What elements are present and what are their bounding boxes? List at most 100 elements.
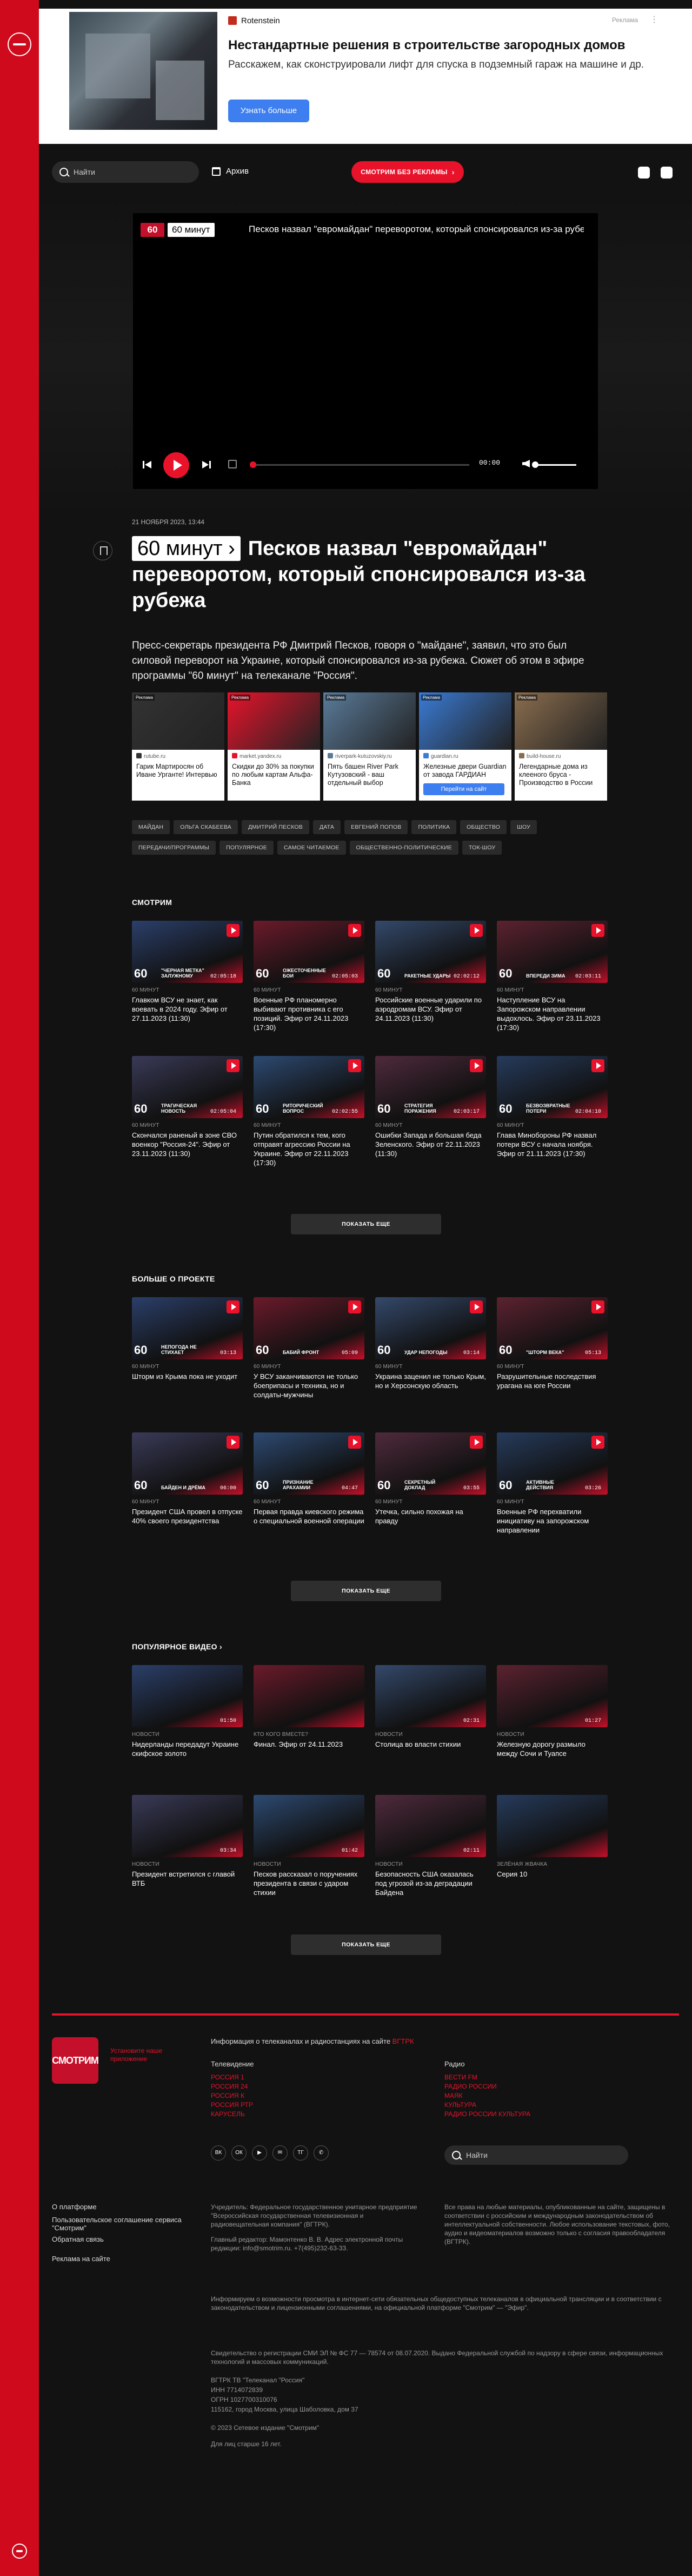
footer-link[interactable]: КУЛЬТУРА <box>444 2101 530 2110</box>
ad-card-text[interactable]: Гарик Мартиросян об Иване Урганте! Интер… <box>136 763 222 779</box>
tag-chip[interactable]: ОБЩЕСТВЕННО-ПОЛИТИЧЕСКИЕ <box>349 841 458 855</box>
video-label[interactable]: НОВОСТИ <box>132 1861 243 1867</box>
footer-nav-link[interactable]: Обратная связь <box>52 2235 187 2243</box>
ad-card[interactable]: Реклама riverpark-kutuzovskiy.ru Пять баше… <box>323 692 416 801</box>
ad-card-cta[interactable]: Перейти на сайт <box>423 783 504 795</box>
footer-link[interactable]: КАРУСЕЛЬ <box>211 2110 253 2119</box>
video-title[interactable]: Военные РФ планомерно выбивают противник… <box>254 995 364 1032</box>
video-thumbnail[interactable]: 60 ПРИЗНАНИЕ АРАХАМИИ 04:47 <box>254 1432 364 1495</box>
video-thumbnail[interactable]: 60 УДАР НЕПОГОДЫ 03:14 <box>375 1297 486 1359</box>
video-thumbnail[interactable]: 03:34 <box>132 1795 243 1857</box>
video-thumbnail[interactable]: 02:11 <box>375 1795 486 1857</box>
footer-link[interactable]: РОССИЯ К <box>211 2091 253 2101</box>
video-card[interactable]: 03:34 НОВОСТИ Президент встретился с главо… <box>132 1795 243 1888</box>
video-card[interactable]: 60 "ШТОРМ ВЕКА" 05:13 60 МИНУТ Разрушительны… <box>497 1297 608 1390</box>
video-label[interactable]: 60 МИНУТ <box>497 987 608 993</box>
video-card[interactable]: 01:27 НОВОСТИ Железную дорогу размыло межд… <box>497 1665 608 1758</box>
ad-image[interactable] <box>69 12 217 130</box>
tag-chip[interactable]: ПЕРЕДАЧИ/ПРОГРАММЫ <box>132 841 216 855</box>
video-title[interactable]: Путин обратился к тем, кого отправят агр… <box>254 1131 364 1167</box>
video-card[interactable]: 60 "ЧЕРНАЯ МЕТКА" ЗАЛУЖНОМУ 02:05:18 60 МИН… <box>132 921 243 1023</box>
show-more-project-button[interactable]: ПОКАЗАТЬ ЕЩЕ <box>291 1581 441 1601</box>
video-title[interactable]: Первая правда киевского режима о специал… <box>254 1507 364 1525</box>
video-thumbnail[interactable]: 60 ТРАГИЧЕСКАЯ НОВОСТЬ 02:05:04 <box>132 1056 243 1118</box>
video-title[interactable]: Украина заценил не только Крым, но и Хер… <box>375 1372 486 1390</box>
tag-chip[interactable]: ДАТА <box>312 820 341 834</box>
video-title[interactable]: Главком ВСУ не знает, как воевать в 2024… <box>132 995 243 1023</box>
video-card[interactable]: ЗЕЛЁНАЯ ЖВАЧКА Серия 10 <box>497 1795 608 1879</box>
video-label[interactable]: 60 МИНУТ <box>497 1122 608 1128</box>
video-title[interactable]: Финал. Эфир от 24.11.2023 <box>254 1740 364 1749</box>
video-thumbnail[interactable]: 60 АКТИВНЫЕ ДЕЙСТВИЯ 03:26 <box>497 1432 608 1495</box>
video-thumbnail[interactable]: 60 БЕЗВОЗВРАТНЫЕ ПОТЕРИ 02:04:10 <box>497 1056 608 1118</box>
show-more-popular-button[interactable]: ПОКАЗАТЬ ЕЩЕ <box>291 1934 441 1955</box>
video-label[interactable]: 60 МИНУТ <box>254 1364 364 1370</box>
video-card[interactable]: 01:50 НОВОСТИ Нидерланды передадут Украине… <box>132 1665 243 1758</box>
program-badge[interactable]: 60 минут <box>168 223 215 237</box>
video-card[interactable]: 60 БАЙДЕН И ДРЁМА 06:00 60 МИНУТ Президент С… <box>132 1432 243 1525</box>
video-card[interactable]: 60 НЕПОГОДА НЕ СТИХАЕТ 03:13 60 МИНУТ Шторм … <box>132 1297 243 1381</box>
video-label[interactable]: 60 МИНУТ <box>375 1499 486 1505</box>
volume-icon[interactable] <box>522 460 530 467</box>
social-icon[interactable]: ✆ <box>314 2145 329 2161</box>
video-thumbnail[interactable]: 60 "ШТОРМ ВЕКА" 05:13 <box>497 1297 608 1359</box>
archive-link[interactable]: Архив <box>212 167 249 176</box>
footer-link[interactable]: РОССИЯ РТР <box>211 2101 253 2110</box>
video-label[interactable]: НОВОСТИ <box>375 1861 486 1867</box>
video-label[interactable]: НОВОСТИ <box>254 1861 364 1867</box>
video-label[interactable]: 60 МИНУТ <box>132 1364 243 1370</box>
ad-card-image[interactable]: Реклама <box>228 692 320 750</box>
video-player[interactable]: 60 60 минут Песков назвал "евромайдан" п… <box>133 213 598 489</box>
video-label[interactable]: ЗЕЛЁНАЯ ЖВАЧКА <box>497 1861 608 1867</box>
video-thumbnail[interactable]: 60 "ЧЕРНАЯ МЕТКА" ЗАЛУЖНОМУ 02:05:18 <box>132 921 243 983</box>
tag-chip[interactable]: ПОЛИТИКА <box>411 820 457 834</box>
video-title[interactable]: Песков рассказал о поручениях президента… <box>254 1870 364 1897</box>
footer-app-logo[interactable]: СМОТРИМ <box>52 2037 99 2084</box>
video-title[interactable]: Президент США провел в отпуске 40% своег… <box>132 1507 243 1525</box>
social-icon[interactable]: ✉ <box>272 2145 288 2161</box>
video-thumbnail[interactable]: 01:50 <box>132 1665 243 1727</box>
video-label[interactable]: 60 МИНУТ <box>254 987 364 993</box>
ad-card-image[interactable]: Реклама <box>323 692 416 750</box>
video-card[interactable]: 60 ПРИЗНАНИЕ АРАХАМИИ 04:47 60 МИНУТ Первая … <box>254 1432 364 1525</box>
video-thumbnail[interactable]: 60 СТРАТЕГИЯ ПОРАЖЕНИЯ 02:03:17 <box>375 1056 486 1118</box>
footer-nav-link[interactable]: О платформе <box>52 2203 187 2211</box>
video-thumbnail[interactable]: 02:31 <box>375 1665 486 1727</box>
video-title[interactable]: Наступление ВСУ на Запорожском направлен… <box>497 995 608 1032</box>
volume-track[interactable] <box>533 464 576 466</box>
progress-track[interactable] <box>253 464 469 466</box>
footer-search-input[interactable]: Найти <box>444 2145 628 2165</box>
ad-card[interactable]: Реклама build-house.ru Легендарные дома из… <box>515 692 607 801</box>
video-card[interactable]: 60 УДАР НЕПОГОДЫ 03:14 60 МИНУТ Украина заце… <box>375 1297 486 1390</box>
tag-chip[interactable]: ПОПУЛЯРНОЕ <box>219 841 274 855</box>
video-label[interactable]: 60 МИНУТ <box>497 1499 608 1505</box>
video-thumbnail[interactable]: 60 ОЖЕСТОЧЕННЫЕ БОИ 02:05:03 <box>254 921 364 983</box>
video-thumbnail[interactable]: 60 БАЙДЕН И ДРЁМА 06:00 <box>132 1432 243 1495</box>
watch-no-ads-button[interactable]: СМОТРИМ БЕЗ РЕКЛАМЫ › <box>351 161 464 183</box>
video-thumbnail[interactable]: 60 ВПЕРЕДИ ЗИМА 02:03:11 <box>497 921 608 983</box>
video-label[interactable]: КТО КОГО ВМЕСТЕ? <box>254 1732 364 1738</box>
tag-chip[interactable]: ОЛЬГА СКАБЕЕВА <box>174 820 238 834</box>
video-thumbnail[interactable] <box>497 1795 608 1857</box>
video-card[interactable]: 60 БЕЗВОЗВРАТНЫЕ ПОТЕРИ 02:04:10 60 МИНУТ Гл… <box>497 1056 608 1158</box>
ad-card-image[interactable]: Реклама <box>419 692 511 750</box>
video-thumbnail[interactable]: 01:27 <box>497 1665 608 1727</box>
bookmark-icon[interactable] <box>93 541 112 560</box>
video-title[interactable]: Ошибки Запада и большая беда Зеленского.… <box>375 1131 486 1158</box>
ad-card-text[interactable]: Легендарные дома из клееного бруса - Про… <box>519 763 604 787</box>
scroll-top-icon[interactable] <box>12 2544 27 2559</box>
footer-app-text[interactable]: Установите наше приложение <box>110 2047 186 2063</box>
video-title[interactable]: Президент встретился с главой ВТБ <box>132 1870 243 1888</box>
video-card[interactable]: 60 ОЖЕСТОЧЕННЫЕ БОИ 02:05:03 60 МИНУТ Военны… <box>254 921 364 1032</box>
tag-chip[interactable]: САМОЕ ЧИТАЕМОЕ <box>277 841 346 855</box>
footer-info-link[interactable]: ВГТРК <box>392 2037 414 2045</box>
play-button[interactable] <box>163 452 189 478</box>
ad-cta-button[interactable]: Узнать больше <box>228 100 309 122</box>
video-label[interactable]: 60 МИНУТ <box>254 1122 364 1128</box>
video-thumbnail[interactable]: 01:42 <box>254 1795 364 1857</box>
video-thumbnail[interactable]: 60 БАБИЙ ФРОНТ 05:09 <box>254 1297 364 1359</box>
video-card[interactable]: 60 РИТОРИЧЕСКИЙ ВОПРОС 02:02:55 60 МИНУТ Пут… <box>254 1056 364 1167</box>
program-badge-link[interactable]: 60 минут › <box>132 536 241 561</box>
previous-icon[interactable] <box>143 460 152 470</box>
footer-nav-link[interactable]: Пользовательское соглашение сервиса "Смо… <box>52 2216 187 2232</box>
